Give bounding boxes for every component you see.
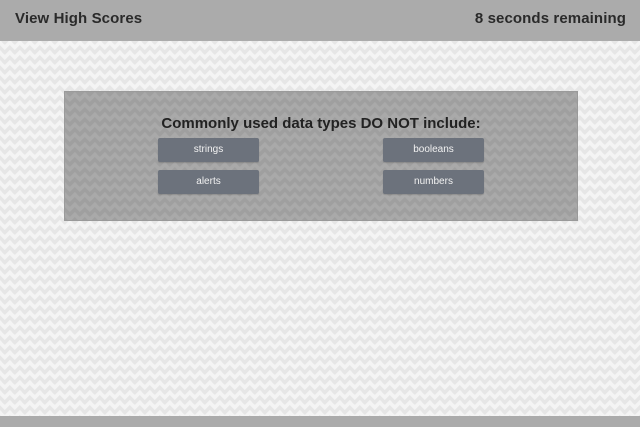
view-high-scores-link[interactable]: View High Scores: [15, 10, 142, 27]
quiz-card: Commonly used data types DO NOT include:…: [64, 91, 578, 221]
footer-bar: [0, 416, 640, 427]
answer-button-booleans[interactable]: booleans: [383, 138, 484, 162]
timer-text: 8 seconds remaining: [474, 10, 626, 27]
top-bar: View High Scores 8 seconds remaining: [0, 0, 640, 41]
answer-button-alerts[interactable]: alerts: [158, 170, 259, 194]
answer-button-strings[interactable]: strings: [158, 138, 259, 162]
answer-button-numbers[interactable]: numbers: [383, 170, 484, 194]
question-text: Commonly used data types DO NOT include:: [161, 115, 481, 132]
